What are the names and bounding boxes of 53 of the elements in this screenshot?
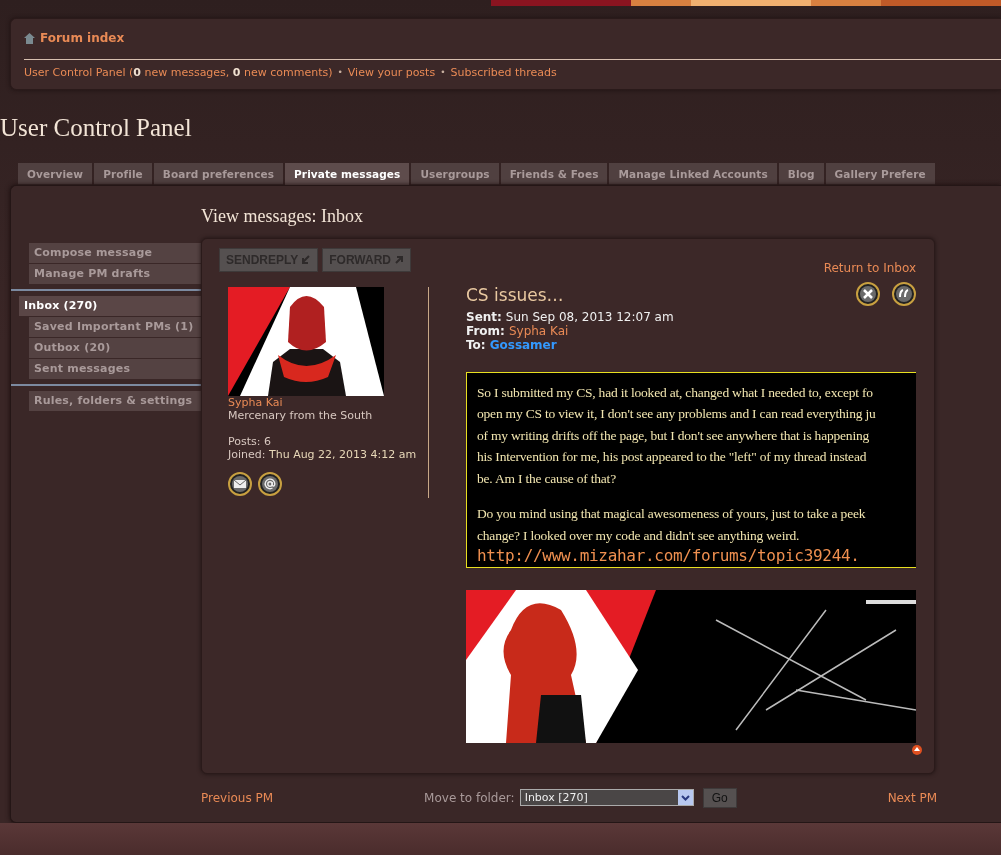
at-icon[interactable]: [258, 471, 282, 496]
author-name[interactable]: Sypha Kai: [228, 395, 428, 409]
email-icon[interactable]: [228, 471, 252, 496]
return-link[interactable]: Return to Inbox: [823, 260, 916, 275]
meta-label: Sent:: [466, 309, 502, 324]
nav-link[interactable]: User Control Panel (0 new messages, 0 new comments): [24, 65, 333, 79]
go-button[interactable]: Go: [702, 787, 737, 808]
tab[interactable]: Profile: [94, 162, 152, 185]
menu-item[interactable]: Manage PM drafts: [29, 263, 201, 284]
join-date: Joined: Thu Aug 22, 2013 4:12 am: [228, 447, 418, 461]
tab[interactable]: Gallery Prefere: [825, 162, 935, 185]
nav-link[interactable]: Subscribed threads: [450, 65, 557, 79]
menu-item[interactable]: Sent messages: [29, 358, 201, 379]
folder-select[interactable]: Inbox [270]: [519, 789, 694, 806]
tab[interactable]: Friends & Foes: [500, 162, 608, 185]
menu-item[interactable]: Saved Important PMs (1): [29, 316, 201, 337]
arrow-icon: [301, 254, 312, 265]
tab[interactable]: Overview: [18, 162, 93, 185]
author-rank: Mercenary from the South: [228, 408, 374, 422]
post-count: Posts: 6: [228, 434, 272, 448]
nav-link[interactable]: View your posts: [347, 65, 436, 79]
message-subject: CS issues…: [466, 284, 564, 305]
forum-index-link[interactable]: Forum index: [24, 31, 125, 45]
separator: •: [440, 67, 446, 77]
back-to-top-icon[interactable]: [912, 745, 922, 755]
meta-value: Sun Sep 08, 2013 12:07 am: [505, 309, 674, 324]
move-label: Move to folder:: [424, 790, 515, 805]
user-link[interactable]: Gossamer: [489, 337, 557, 352]
meta-label: From:: [466, 323, 505, 338]
message-text: So I submitted my CS, had it looked at, changed what I needed to, except fo open my CS to view it, I don't see any problems and I can read everything ju of my writing drifts off the page, but I don't see anywhere that is happening his Intervention for me, his post appeared to the "left" of my thread instead be. Am I the cause of that?: [477, 383, 877, 488]
message-text: Do you mind using that magical awesomeness of yours, just to take a peek change? I looked over my code and didn't see anything weird.: [477, 505, 867, 545]
next-link[interactable]: Next PM: [887, 790, 937, 805]
tab[interactable]: Board preferences: [153, 162, 284, 185]
user-link[interactable]: Sypha Kai: [508, 323, 569, 338]
separator: •: [337, 67, 343, 77]
url-link[interactable]: http://www.mizahar.com/forums/topic39244.: [477, 546, 916, 565]
tab[interactable]: Private messages: [285, 162, 410, 185]
close-icon[interactable]: [856, 281, 880, 306]
tab[interactable]: Blog: [778, 162, 824, 185]
menu-item[interactable]: Inbox (270): [19, 295, 201, 316]
menu-item[interactable]: Outbox (20): [29, 337, 201, 358]
previous-link[interactable]: Previous PM: [201, 790, 274, 805]
home-icon: [24, 32, 35, 44]
section-heading: View messages: Inbox: [201, 205, 364, 227]
tab[interactable]: Usergroups: [411, 162, 499, 185]
menu-item[interactable]: Compose message: [29, 242, 201, 263]
arrow-icon: [394, 254, 405, 265]
quote-icon[interactable]: [892, 281, 916, 306]
tab[interactable]: Manage Linked Accounts: [609, 162, 777, 185]
menu-item[interactable]: Rules, folders & settings: [29, 390, 201, 411]
dropdown-icon: [677, 790, 693, 805]
meta-label: To:: [466, 337, 486, 352]
page-title: User Control Panel: [0, 113, 193, 142]
